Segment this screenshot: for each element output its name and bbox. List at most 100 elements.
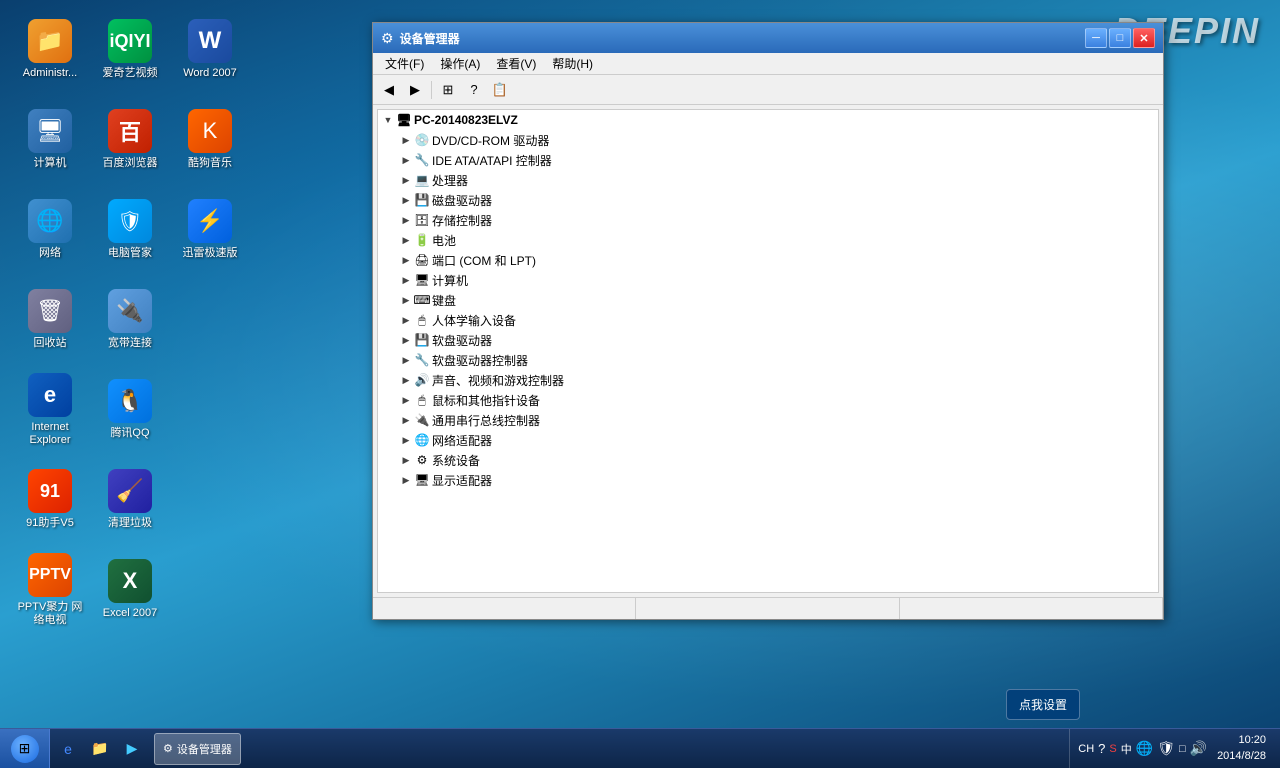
administrator-label: Administr... — [23, 67, 77, 80]
icon-pcmanager[interactable]: 🛡 电脑管家 — [90, 185, 170, 275]
pcmanager-label: 电脑管家 — [108, 247, 152, 260]
expander-16[interactable]: ▶ — [398, 452, 414, 468]
expander-15[interactable]: ▶ — [398, 432, 414, 448]
tray-lang[interactable]: CH — [1078, 743, 1094, 755]
taskbar-devmgr[interactable]: ⚙ 设备管理器 — [154, 733, 241, 765]
root-expander[interactable]: ▼ — [380, 112, 396, 128]
qq-label: 腾讯QQ — [110, 427, 149, 440]
tree-item-10[interactable]: ▶ 💾 软盘驱动器 — [378, 330, 1158, 350]
icon-excel[interactable]: X Excel 2007 — [90, 545, 170, 635]
expander-13[interactable]: ▶ — [398, 392, 414, 408]
ie-icon: e — [28, 373, 72, 417]
expander-14[interactable]: ▶ — [398, 412, 414, 428]
tree-item-2[interactable]: ▶ 💻 处理器 — [378, 170, 1158, 190]
word-icon: W — [188, 19, 232, 63]
notify-bubble[interactable]: 点我设置 — [1006, 689, 1080, 720]
icon-recycle[interactable]: 🗑 回收站 — [10, 275, 90, 365]
icon-baidu[interactable]: 百 百度浏览器 — [90, 95, 170, 185]
device-tree-panel[interactable]: ▼ 🖥 PC-20140823ELVZ ▶ 💿 DVD/CD-ROM 驱动器 ▶… — [377, 109, 1159, 593]
expander-9[interactable]: ▶ — [398, 312, 414, 328]
expander-17[interactable]: ▶ — [398, 472, 414, 488]
icon-storage: 🗄 — [414, 212, 430, 228]
expander-7[interactable]: ▶ — [398, 272, 414, 288]
close-button[interactable]: ✕ — [1133, 28, 1155, 48]
tray-sogou[interactable]: S — [1109, 743, 1116, 755]
tree-item-12[interactable]: ▶ 🔊 声音、视频和游戏控制器 — [378, 370, 1158, 390]
expander-2[interactable]: ▶ — [398, 172, 414, 188]
quick-ie[interactable]: e — [54, 735, 82, 763]
icon-xunlei[interactable]: ⚡ 迅雷极速版 — [170, 185, 250, 275]
tray-network[interactable]: 🌐 — [1136, 740, 1153, 757]
icon-clean[interactable]: 🧹 清理垃圾 — [90, 455, 170, 545]
pptv-icon: PPTV — [28, 553, 72, 597]
expander-3[interactable]: ▶ — [398, 192, 414, 208]
icon-ie[interactable]: e Internet Explorer — [10, 365, 90, 455]
label-hid: 人体学输入设备 — [432, 312, 516, 329]
tree-item-9[interactable]: ▶ 🖱 人体学输入设备 — [378, 310, 1158, 330]
icon-word2007[interactable]: W Word 2007 — [170, 5, 250, 95]
expander-8[interactable]: ▶ — [398, 292, 414, 308]
quick-media[interactable]: ▶ — [118, 735, 146, 763]
icon-computer[interactable]: 🖥 计算机 — [10, 95, 90, 185]
expander-4[interactable]: ▶ — [398, 212, 414, 228]
icon-usb: 🔌 — [414, 412, 430, 428]
icon-qq[interactable]: 🐧 腾讯QQ — [90, 365, 170, 455]
menu-view[interactable]: 查看(V) — [488, 53, 544, 74]
icon-91[interactable]: 91 91助手V5 — [10, 455, 90, 545]
tree-item-8[interactable]: ▶ ⌨ 键盘 — [378, 290, 1158, 310]
back-button[interactable]: ◀ — [377, 79, 401, 101]
tree-item-4[interactable]: ▶ 🗄 存储控制器 — [378, 210, 1158, 230]
tree-item-15[interactable]: ▶ 🌐 网络适配器 — [378, 430, 1158, 450]
expander-6[interactable]: ▶ — [398, 252, 414, 268]
tray-display[interactable]: □ — [1179, 743, 1186, 755]
expander-1[interactable]: ▶ — [398, 152, 414, 168]
minimize-button[interactable]: ─ — [1085, 28, 1107, 48]
tray-volume[interactable]: 🔊 — [1190, 740, 1207, 757]
tray-security[interactable]: 🛡 — [1157, 740, 1175, 757]
icon-administrator[interactable]: 📁 Administr... — [10, 5, 90, 95]
maximize-button[interactable]: □ — [1109, 28, 1131, 48]
icon-battery: 🔋 — [414, 232, 430, 248]
tray-help[interactable]: ? — [1098, 741, 1105, 756]
tray-lang2[interactable]: 中 — [1121, 741, 1132, 757]
forward-button[interactable]: ▶ — [403, 79, 427, 101]
iqiyi-label: 爱奇艺视频 — [103, 67, 158, 80]
tree-item-5[interactable]: ▶ 🔋 电池 — [378, 230, 1158, 250]
icon-music[interactable]: K 酷狗音乐 — [170, 95, 250, 185]
expander-5[interactable]: ▶ — [398, 232, 414, 248]
tree-root[interactable]: ▼ 🖥 PC-20140823ELVZ — [378, 110, 1158, 130]
menu-action[interactable]: 操作(A) — [432, 53, 488, 74]
quick-explorer[interactable]: 📁 — [86, 735, 114, 763]
show-devices-button[interactable]: ⊞ — [436, 79, 460, 101]
statusbar-mid — [636, 598, 899, 619]
start-button[interactable]: ⊞ — [0, 729, 50, 768]
icon-iqiyi[interactable]: iQIYI 爱奇艺视频 — [90, 5, 170, 95]
tree-item-3[interactable]: ▶ 💾 磁盘驱动器 — [378, 190, 1158, 210]
baidu-label: 百度浏览器 — [103, 157, 158, 170]
icon-network[interactable]: 🌐 网络 — [10, 185, 90, 275]
expander-0[interactable]: ▶ — [398, 132, 414, 148]
tree-item-16[interactable]: ▶ ⚙ 系统设备 — [378, 450, 1158, 470]
menu-help[interactable]: 帮助(H) — [544, 53, 601, 74]
expander-10[interactable]: ▶ — [398, 332, 414, 348]
icon-computer2: 🖥 — [414, 272, 430, 288]
expander-12[interactable]: ▶ — [398, 372, 414, 388]
tree-item-6[interactable]: ▶ 🖨 端口 (COM 和 LPT) — [378, 250, 1158, 270]
label-system: 系统设备 — [432, 452, 480, 469]
label-ide: IDE ATA/ATAPI 控制器 — [432, 152, 552, 169]
tree-item-1[interactable]: ▶ 🔧 IDE ATA/ATAPI 控制器 — [378, 150, 1158, 170]
properties-button[interactable]: 📋 — [488, 79, 512, 101]
tree-item-13[interactable]: ▶ 🖱 鼠标和其他指针设备 — [378, 390, 1158, 410]
tree-item-11[interactable]: ▶ 🔧 软盘驱动器控制器 — [378, 350, 1158, 370]
tree-item-0[interactable]: ▶ 💿 DVD/CD-ROM 驱动器 — [378, 130, 1158, 150]
clean-label: 清理垃圾 — [108, 517, 152, 530]
icon-broadband[interactable]: 🔌 宽带连接 — [90, 275, 170, 365]
expander-11[interactable]: ▶ — [398, 352, 414, 368]
statusbar-left — [373, 598, 636, 619]
menu-file[interactable]: 文件(F) — [377, 53, 432, 74]
icon-pptv[interactable]: PPTV PPTV聚力 网络电视 — [10, 545, 90, 635]
help-button[interactable]: ? — [462, 79, 486, 101]
tree-item-17[interactable]: ▶ 🖥 显示适配器 — [378, 470, 1158, 490]
tree-item-7[interactable]: ▶ 🖥 计算机 — [378, 270, 1158, 290]
tree-item-14[interactable]: ▶ 🔌 通用串行总线控制器 — [378, 410, 1158, 430]
